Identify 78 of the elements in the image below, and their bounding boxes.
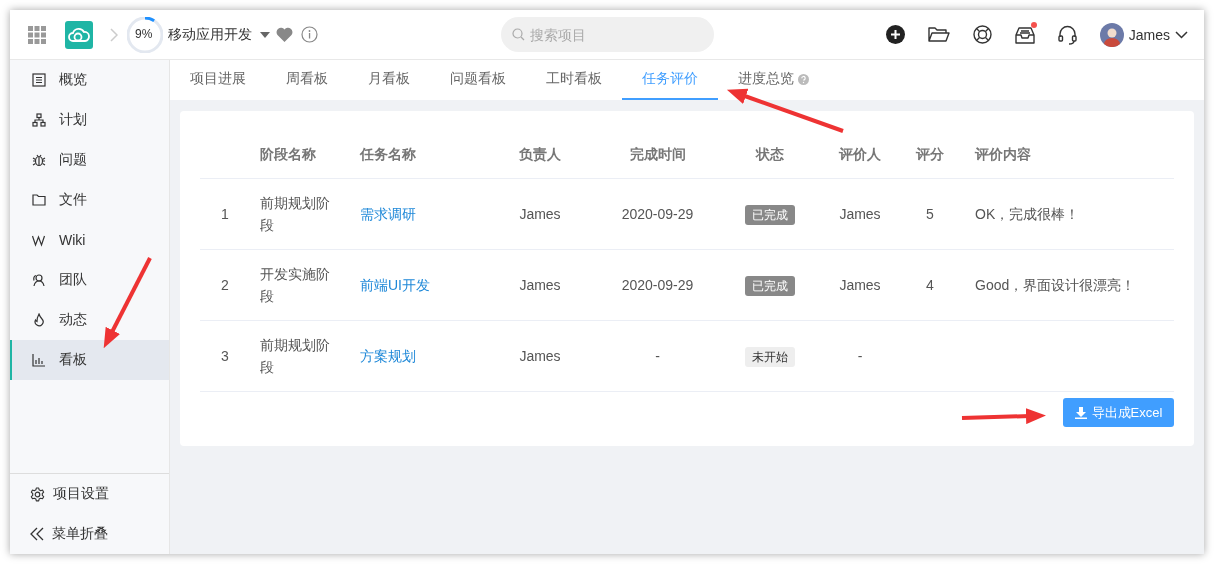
app-grid-icon[interactable]	[28, 25, 46, 44]
sidebar-item[interactable]: 动态	[10, 300, 169, 340]
lifebuoy-icon[interactable]	[972, 25, 992, 44]
sidebar-item[interactable]: 概览	[10, 60, 169, 100]
double-chevron-left-icon	[30, 527, 44, 541]
document-icon	[32, 73, 46, 87]
row-number: 3	[221, 348, 229, 364]
sidebar-item[interactable]: 菜单折叠	[10, 514, 169, 554]
row-number: 2	[221, 277, 229, 293]
score: 4	[926, 277, 934, 293]
sidebar-item[interactable]: 文件	[10, 180, 169, 220]
folder-icon[interactable]	[927, 26, 950, 43]
review-comment: Good，界面设计很漂亮！	[975, 277, 1136, 293]
caret-icon[interactable]	[260, 31, 270, 38]
bar-chart-icon	[32, 353, 46, 367]
column-header: 状态	[756, 145, 784, 162]
inbox-icon[interactable]	[1014, 25, 1035, 44]
column-header: 完成时间	[629, 145, 686, 162]
sidebar-item[interactable]: 问题	[10, 140, 169, 180]
tab[interactable]: 项目进展	[170, 60, 266, 100]
bug-icon	[32, 153, 46, 167]
sidebar-item[interactable]: 看板	[10, 340, 169, 380]
stage-name: 前期规划阶段	[260, 195, 330, 233]
wiki-icon	[32, 233, 46, 247]
status-badge: 已完成	[745, 276, 795, 296]
review-comment: OK，完成很棒！	[975, 206, 1080, 222]
finish-date: 2020-09-29	[621, 206, 694, 222]
info-icon[interactable]	[301, 26, 318, 43]
owner-name: James	[519, 348, 561, 364]
column-header: 评分	[916, 145, 944, 162]
add-icon[interactable]	[885, 25, 905, 44]
search-icon	[512, 28, 525, 41]
owner-name: James	[519, 277, 561, 293]
row-number: 1	[221, 206, 229, 222]
project-name[interactable]: 移动应用开发	[168, 25, 252, 44]
tab[interactable]: 进度总览	[718, 60, 829, 100]
headset-icon[interactable]	[1057, 24, 1077, 45]
task-link[interactable]: 前端UI开发	[360, 277, 430, 293]
tab[interactable]: 工时看板	[526, 60, 622, 100]
cloud-logo[interactable]	[65, 20, 93, 49]
column-header: 负责人	[519, 145, 561, 162]
score: 5	[926, 206, 934, 222]
chevron-right-icon	[110, 27, 118, 42]
tab[interactable]: 问题看板	[430, 60, 526, 100]
column-header: 评价内容	[975, 145, 1031, 162]
status-badge: 已完成	[745, 205, 795, 225]
progress-percent: 9%	[135, 26, 153, 41]
finish-date: -	[655, 348, 660, 364]
reviewer-name: -	[857, 348, 863, 364]
reviewer-name: James	[839, 206, 881, 222]
tab[interactable]: 月看板	[348, 60, 430, 100]
user-name[interactable]: James	[1128, 26, 1170, 43]
search-field[interactable]: 搜索项目	[501, 17, 714, 52]
column-header: 阶段名称	[260, 145, 316, 162]
finish-date: 2020-09-29	[621, 277, 694, 293]
sidebar-item[interactable]: 计划	[10, 100, 169, 140]
column-header: 任务名称	[360, 145, 416, 162]
task-link[interactable]: 方案规划	[360, 348, 416, 364]
owner-name: James	[519, 206, 561, 222]
chevron-down-icon[interactable]	[1175, 30, 1188, 39]
folder-icon	[32, 193, 46, 207]
task-link[interactable]: 需求调研	[360, 206, 416, 222]
sidebar-item[interactable]: 项目设置	[10, 474, 169, 514]
status-badge: 未开始	[745, 347, 795, 367]
people-icon	[32, 273, 46, 287]
settings-icon	[30, 486, 45, 502]
heart-icon[interactable]	[276, 27, 293, 42]
reviewer-name: James	[839, 277, 881, 293]
tab[interactable]: 周看板	[266, 60, 348, 100]
sidebar-item[interactable]: Wiki	[10, 220, 169, 260]
flame-icon	[32, 313, 46, 327]
stage-name: 开发实施阶段	[260, 266, 330, 304]
column-header: 评价人	[839, 145, 881, 162]
stage-name: 前期规划阶段	[260, 337, 330, 375]
sidebar-item[interactable]: 团队	[10, 260, 169, 300]
avatar[interactable]	[1099, 22, 1124, 47]
download-icon	[1074, 406, 1087, 419]
hierarchy-icon	[32, 113, 46, 127]
